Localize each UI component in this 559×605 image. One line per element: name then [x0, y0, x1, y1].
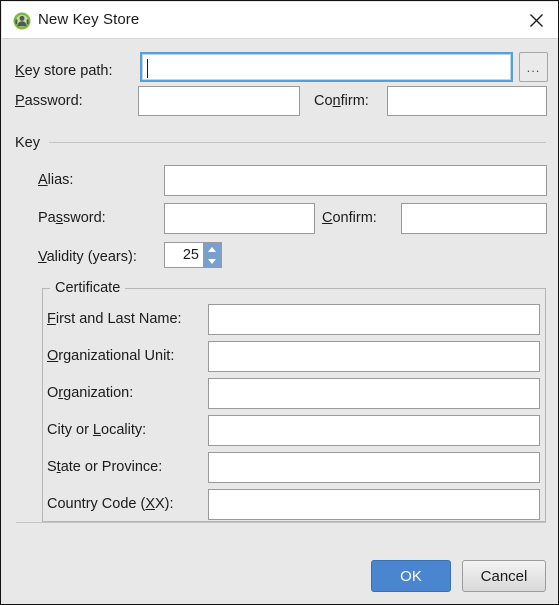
organization-input[interactable]	[208, 378, 540, 409]
validity-label: Validity (years):	[38, 249, 137, 265]
text-caret	[147, 59, 148, 78]
window-title: New Key Store	[38, 11, 140, 28]
country-code-input[interactable]	[208, 489, 540, 520]
chevron-down-icon	[208, 258, 216, 264]
validity-value[interactable]: 25	[165, 243, 203, 267]
key-store-path-input[interactable]	[140, 52, 513, 82]
country-code-label: Country Code (XX):	[47, 496, 174, 512]
keystore-confirm-label: Confirm:	[314, 93, 369, 109]
validity-spinner-buttons	[203, 243, 221, 267]
first-and-last-name-label: First and Last Name:	[47, 311, 182, 327]
state-or-province-label: State or Province:	[47, 459, 163, 475]
organizational-unit-input[interactable]	[208, 341, 540, 372]
keystore-app-icon	[13, 12, 31, 30]
key-section-separator	[49, 142, 546, 143]
key-section-title: Key	[15, 135, 40, 151]
certificate-legend: Certificate	[50, 280, 126, 296]
keystore-password-input[interactable]	[138, 86, 300, 116]
chevron-up-icon	[208, 246, 216, 252]
dialog-content: Key store path: ... Password: Confirm: K…	[2, 39, 558, 604]
key-store-path-label: Key store path:	[15, 63, 113, 79]
keystore-password-label: Password:	[15, 93, 83, 109]
footer-separator	[16, 522, 546, 523]
title-bar: New Key Store	[2, 2, 558, 39]
cancel-button[interactable]: Cancel	[462, 560, 546, 592]
ok-button[interactable]: OK	[371, 560, 451, 592]
close-icon[interactable]	[513, 2, 558, 38]
first-and-last-name-input[interactable]	[208, 304, 540, 335]
keystore-confirm-input[interactable]	[387, 86, 547, 116]
key-alias-input[interactable]	[164, 165, 547, 196]
city-or-locality-input[interactable]	[208, 415, 540, 446]
state-or-province-input[interactable]	[208, 452, 540, 483]
validity-stepper[interactable]: 25	[164, 242, 222, 268]
key-password-input[interactable]	[164, 203, 315, 234]
key-confirm-input[interactable]	[401, 203, 547, 234]
key-confirm-label: Confirm:	[322, 210, 377, 226]
key-alias-label: Alias:	[38, 172, 74, 188]
new-key-store-dialog: New Key Store Key store path: ... Passwo…	[0, 0, 559, 605]
city-or-locality-label: City or Locality:	[47, 422, 147, 438]
spinner-down-button[interactable]	[203, 255, 221, 267]
organizational-unit-label: Organizational Unit:	[47, 348, 175, 364]
browse-button[interactable]: ...	[519, 52, 548, 82]
organization-label: Organization:	[47, 385, 134, 401]
spinner-up-button[interactable]	[203, 243, 221, 255]
key-password-label: Password:	[38, 210, 106, 226]
